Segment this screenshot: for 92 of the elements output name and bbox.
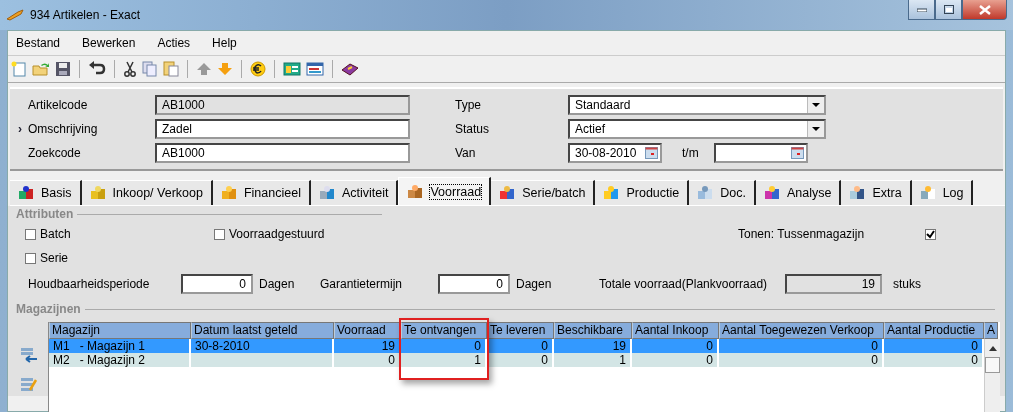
column-header[interactable]: A <box>984 322 998 339</box>
tab[interactable]: Serie/batch <box>491 180 596 205</box>
column-header[interactable]: Magazijn <box>49 322 191 339</box>
unit-label: stuks <box>893 277 921 291</box>
scroll-thumb[interactable] <box>985 357 1000 373</box>
text-field[interactable]: AB1000 <box>155 143 410 163</box>
table-cell: 0 <box>487 353 554 367</box>
table-cell: M2 - Magazijn 2 <box>49 353 191 367</box>
field-label: Houdbaarheidsperiode <box>28 277 151 291</box>
unit-label: Dagen <box>259 277 296 291</box>
tab[interactable]: Voorraad <box>398 177 492 205</box>
column-header[interactable]: Beschikbare <box>554 322 632 339</box>
menu-item[interactable]: Bewerken <box>82 36 136 50</box>
column-header[interactable]: Te ontvangen <box>401 322 487 339</box>
field-label: t/m <box>681 146 700 160</box>
field-label: Van <box>455 146 477 160</box>
column-header[interactable]: Aantal Productie <box>884 322 984 339</box>
tab[interactable]: Inkoop/ Verkoop <box>81 180 213 205</box>
column-header[interactable]: Voorraad <box>334 322 401 339</box>
undo-icon[interactable] <box>88 61 106 77</box>
save-icon[interactable] <box>55 61 71 77</box>
dropdown-arrow-icon <box>812 103 820 107</box>
open-folder-icon[interactable] <box>32 61 50 77</box>
number-field[interactable]: 0 <box>438 274 510 294</box>
column-header[interactable]: Datum laatst geteld <box>191 322 334 339</box>
table-cell: 0 <box>334 353 401 367</box>
table-cell: 1 <box>401 353 487 367</box>
checkbox[interactable] <box>925 228 937 240</box>
maximize-button[interactable] <box>935 0 962 20</box>
tab[interactable]: Basis <box>10 180 82 205</box>
tab[interactable]: Analyse <box>755 180 842 205</box>
close-icon <box>978 4 991 15</box>
tab[interactable]: Doc. <box>689 180 756 205</box>
field-label: Artikelcode <box>28 98 89 112</box>
number-field[interactable]: 0 <box>181 274 253 294</box>
checkbox[interactable]: Voorraadgestuurd <box>214 227 738 241</box>
window-title: 934 Artikelen - Exact <box>30 8 141 22</box>
cut-icon[interactable] <box>123 61 137 77</box>
table-row[interactable]: M2 - Magazijn 2 0 1 0 1 0 0 0 <box>49 353 984 367</box>
checkbox[interactable]: Batch <box>25 227 205 241</box>
section-legend: Attributen <box>16 207 74 221</box>
unit-label: Dagen <box>516 277 553 291</box>
paste-icon[interactable] <box>163 61 179 77</box>
dropdown-arrow-icon <box>812 127 820 131</box>
date-field[interactable] <box>714 143 808 163</box>
coin-icon[interactable] <box>250 61 266 77</box>
checkbox-label: Tonen: Tussenmagazijn <box>738 227 865 241</box>
maximize-icon <box>943 5 954 14</box>
table-row[interactable]: M1 - Magazijn 1 30-8-2010 19 0 0 19 0 0 0 <box>49 339 984 353</box>
text-field[interactable]: Zadel <box>155 119 410 139</box>
tab[interactable]: Productie <box>595 180 690 205</box>
section-legend: Magazijnen <box>16 302 81 316</box>
calendar-icon[interactable] <box>645 147 658 159</box>
insert-row-icon[interactable] <box>20 347 38 363</box>
field-label: Garantietermijn <box>320 277 404 291</box>
tab[interactable]: Log <box>911 180 974 205</box>
column-header[interactable]: Aantal Inkoop <box>632 322 719 339</box>
close-button[interactable] <box>962 0 1007 20</box>
tab[interactable]: Activiteit <box>310 180 399 205</box>
table-cell: 0 <box>719 353 884 367</box>
text-field[interactable]: AB1000 <box>155 95 410 115</box>
field-label: Status <box>455 122 491 136</box>
dropdown[interactable]: Standaard <box>568 95 826 115</box>
tab[interactable]: Financieel <box>212 180 311 205</box>
app-logo-icon <box>6 9 24 21</box>
spreadsheet-icon[interactable] <box>283 61 301 77</box>
tab[interactable]: Extra <box>841 180 912 205</box>
table-cell: 1 <box>554 353 632 367</box>
minimize-icon <box>916 7 927 12</box>
field-label: Omschrijving <box>28 122 99 136</box>
field-label: Type <box>455 98 482 112</box>
menu-item[interactable]: Help <box>212 36 237 50</box>
menu-item[interactable]: Acties <box>157 36 191 50</box>
arrow-up-icon[interactable] <box>196 61 212 77</box>
date-field[interactable]: 30-08-2010 <box>568 143 662 163</box>
table-cell: 0 <box>632 353 719 367</box>
dropdown[interactable]: Actief <box>568 119 826 139</box>
field-label: Totale voorraad(Plankvoorraad) <box>599 277 769 291</box>
field-label: Zoekcode <box>28 146 82 160</box>
blocks-icon <box>18 185 34 201</box>
scrollbar[interactable] <box>984 339 1000 412</box>
checkbox[interactable]: Serie <box>25 251 68 265</box>
list-window-icon[interactable] <box>306 61 324 77</box>
copy-icon[interactable] <box>142 61 158 77</box>
menu-item[interactable]: Bestand <box>16 36 61 50</box>
calendar-icon[interactable] <box>791 147 804 159</box>
scroll-up-icon[interactable] <box>988 346 997 351</box>
readonly-field[interactable]: 19 <box>785 274 882 294</box>
minimize-button[interactable] <box>908 0 935 20</box>
column-header[interactable]: Te leveren <box>487 322 554 339</box>
current-field-marker: › <box>18 122 23 136</box>
column-header[interactable]: Aantal Toegewezen Verkoop <box>719 322 884 339</box>
